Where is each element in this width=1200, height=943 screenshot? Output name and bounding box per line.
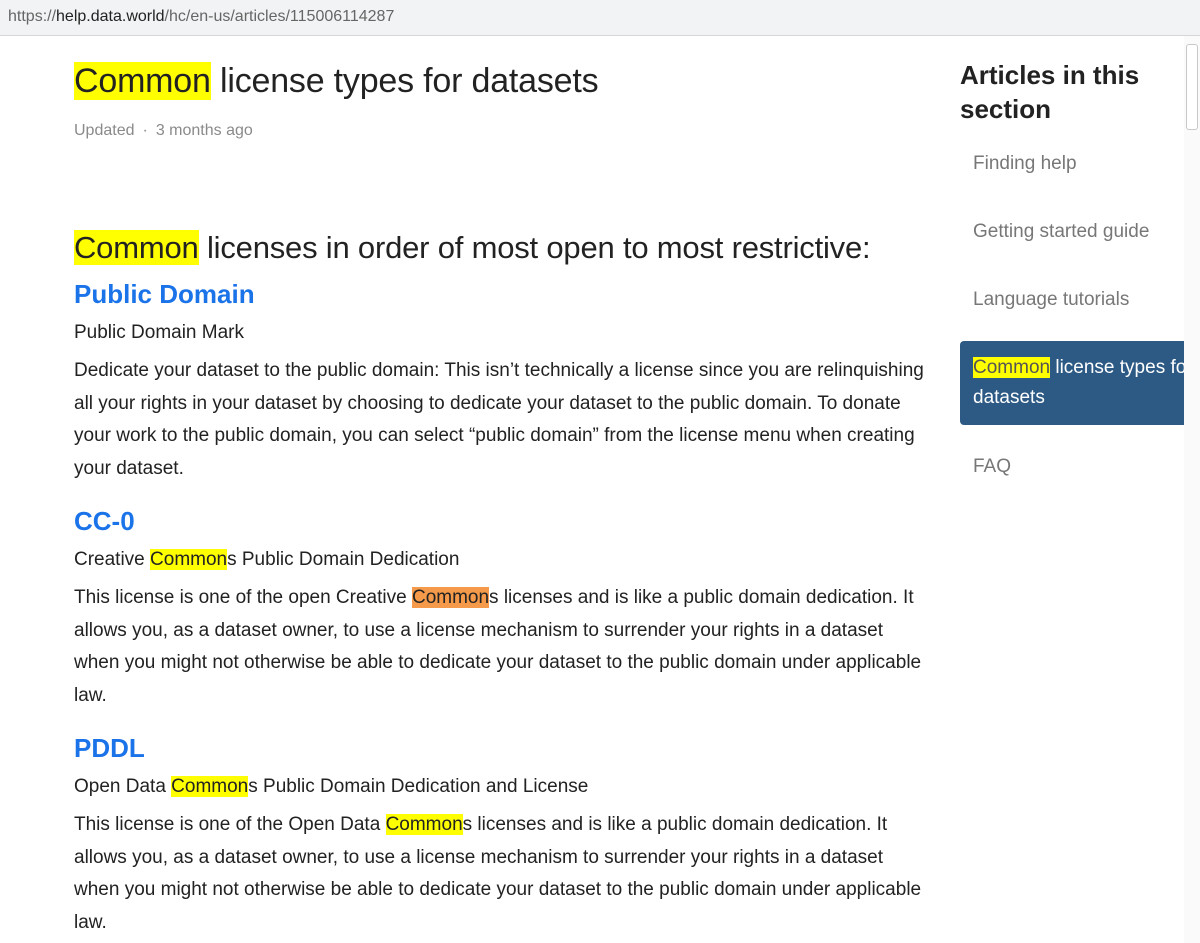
page-scrollbar[interactable] — [1184, 36, 1200, 943]
section-title-pddl: PDDL — [74, 733, 145, 763]
section-body: This license is one of the Open Data Com… — [74, 809, 924, 939]
sidebar-item-license-types-active[interactable]: Common license types for datasets — [960, 341, 1200, 425]
url-path: /hc/en-us/articles/115006114287 — [164, 8, 395, 25]
updated-label: Updated — [74, 122, 135, 139]
sidebar-item-label: Getting started guide — [973, 221, 1150, 242]
sidebar-item-label: Finding help — [973, 153, 1077, 174]
title-text: license types for datasets — [210, 62, 599, 100]
page-title: Common license types for datasets — [74, 62, 599, 101]
url-text[interactable]: https://help.data.world/hc/en-us/article… — [8, 8, 394, 26]
search-highlight: Common — [74, 62, 211, 100]
meta-separator: · — [142, 122, 148, 139]
url-prefix: https:// — [8, 8, 57, 25]
search-highlight-current: Common — [411, 587, 490, 608]
section-title-cc0: CC-0 — [74, 506, 135, 536]
section-subtitle: Open Data Commons Public Domain Dedicati… — [74, 776, 588, 798]
body-text: This license is one of the Open Data — [74, 814, 386, 835]
browser-address-bar[interactable]: https://help.data.world/hc/en-us/article… — [0, 0, 1200, 36]
search-highlight: Common — [385, 814, 463, 835]
sidebar-item-label: Language tutorials — [973, 289, 1130, 310]
sidebar-heading: Articles in this section — [960, 60, 1140, 124]
section-subtitle: Public Domain Mark — [74, 322, 244, 343]
subtitle-text: Creative — [74, 549, 151, 570]
url-host: help.data.world — [56, 8, 165, 25]
scrollbar-thumb[interactable] — [1186, 44, 1198, 130]
article-meta: Updated · 3 months ago — [74, 122, 253, 140]
section-body: Dedicate your dataset to the public doma… — [74, 360, 924, 479]
section-title-public-domain: Public Domain — [74, 279, 255, 309]
subtitle-text: s Public Domain Dedication and License — [248, 776, 589, 797]
sidebar-item-faq[interactable]: FAQ — [960, 452, 1200, 482]
subtitle-text: s Public Domain Dedication — [227, 549, 460, 570]
sidebar-item-label: FAQ — [973, 456, 1012, 477]
search-highlight: Common — [150, 549, 228, 570]
subheading-text: licenses in order of most open to most r… — [198, 230, 871, 265]
search-highlight: Common — [171, 776, 249, 797]
search-highlight: Common — [973, 357, 1051, 378]
sidebar-item-language-tutorials[interactable]: Language tutorials — [960, 285, 1200, 315]
section-subtitle: Creative Commons Public Domain Dedicatio… — [74, 549, 459, 571]
body-text: This license is one of the open Creative — [74, 587, 412, 608]
sidebar-item-getting-started[interactable]: Getting started guide — [960, 217, 1200, 247]
section-body: This license is one of the open Creative… — [74, 582, 924, 712]
sidebar-item-finding-help[interactable]: Finding help — [960, 149, 1200, 179]
subtitle-text: Open Data — [74, 776, 172, 797]
updated-time: 3 months ago — [155, 122, 253, 139]
article-subheading: Common licenses in order of most open to… — [74, 230, 871, 266]
search-highlight: Common — [74, 230, 199, 265]
